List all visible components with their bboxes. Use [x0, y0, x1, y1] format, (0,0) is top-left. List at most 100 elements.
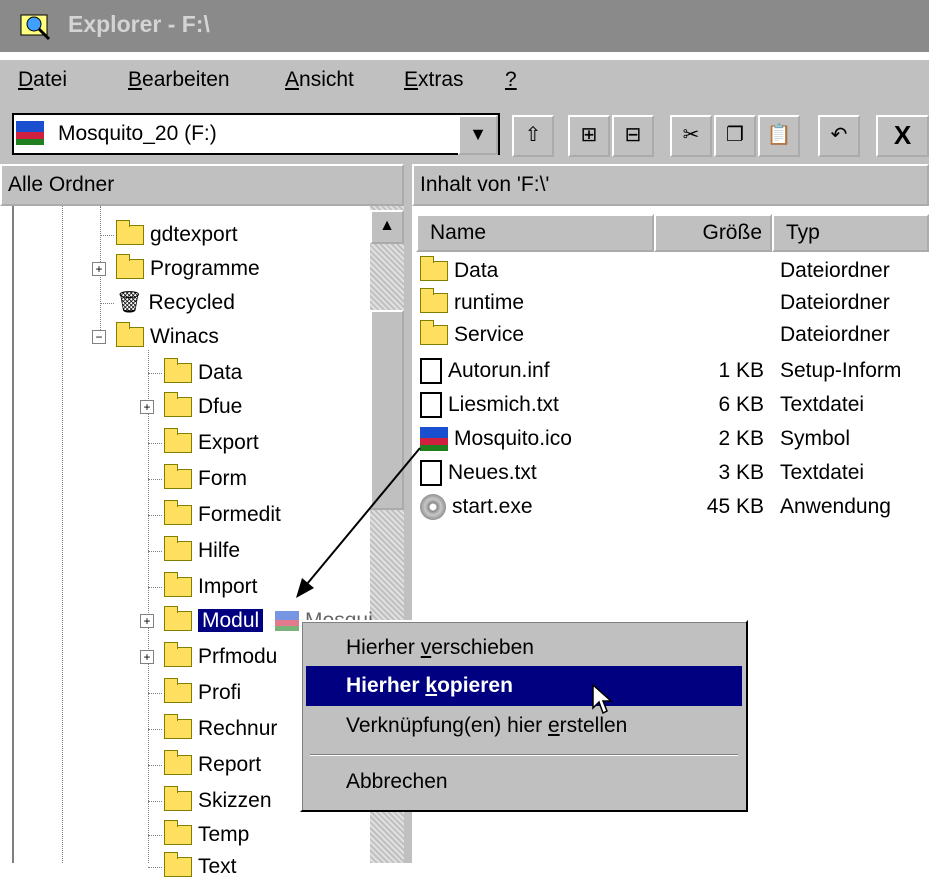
folder-icon — [164, 786, 192, 812]
expand-icon[interactable]: + — [140, 400, 154, 414]
tree-item[interactable]: Formedit — [148, 498, 281, 532]
tree-item[interactable]: Rechnur — [148, 712, 277, 746]
folder-icon — [116, 254, 144, 280]
tree-item[interactable]: Data — [148, 356, 242, 390]
list-item[interactable]: Liesmich.txt — [420, 388, 559, 422]
list-item-type: Symbol — [780, 427, 851, 450]
folder-icon — [420, 288, 448, 314]
menu-ansicht[interactable]: Ansicht — [285, 68, 354, 92]
drive-combo[interactable]: Mosquito_20 (F:) — [12, 113, 500, 155]
delete-icon: X — [893, 120, 912, 150]
tree-item[interactable]: + Prfmodu — [140, 640, 277, 674]
menu-bearbeiten[interactable]: Bearbeiten — [128, 68, 230, 92]
tree-item[interactable]: gdtexport — [100, 218, 238, 252]
combo-dropdown-button[interactable]: ▼ — [458, 115, 498, 155]
undo-icon: ↶ — [830, 124, 848, 146]
list-item-size: 45 KB — [706, 495, 764, 518]
expand-icon[interactable]: + — [140, 650, 154, 664]
tree-item[interactable]: Skizzen — [148, 784, 272, 818]
menu-item-move-here[interactable]: Hierher verschieben — [306, 628, 742, 668]
text-file-icon — [420, 392, 442, 419]
folder-icon — [164, 750, 192, 776]
list-item[interactable]: Data — [420, 254, 498, 288]
menu-help[interactable]: ? — [505, 68, 517, 92]
map-drive-icon: ⊞ — [580, 124, 598, 146]
folder-icon — [164, 606, 192, 632]
mouse-cursor-icon — [592, 684, 613, 715]
list-item[interactable]: Mosquito.ico — [420, 422, 572, 456]
text-file-icon — [420, 460, 442, 487]
list-item[interactable]: Autorun.inf — [420, 354, 550, 388]
setup-file-icon — [420, 358, 442, 385]
paste-icon: 📋 — [766, 124, 792, 146]
scroll-up-button[interactable]: ▲ — [370, 210, 404, 244]
list-pane-header: Inhalt von 'F:\' — [412, 164, 929, 206]
folder-icon — [164, 500, 192, 526]
paste-button[interactable]: 📋 — [758, 115, 800, 157]
drive-combo-value: Mosquito_20 (F:) — [58, 122, 217, 145]
list-item[interactable]: Service — [420, 318, 524, 352]
list-item[interactable]: start.exe — [420, 490, 533, 524]
disconnect-drive-icon: ⊟ — [624, 124, 642, 146]
tree-item[interactable]: Profi — [148, 676, 241, 710]
cut-button[interactable]: ✂ — [670, 115, 712, 157]
menu-item-cancel[interactable]: Abbrechen — [306, 762, 742, 802]
list-item[interactable]: Neues.txt — [420, 456, 537, 490]
list-item-type: Dateiordner — [780, 323, 890, 346]
expand-icon[interactable]: + — [92, 262, 106, 276]
folder-icon — [164, 536, 192, 562]
disconnect-drive-button[interactable]: ⊟ — [612, 115, 654, 157]
column-header-name[interactable]: Name — [416, 214, 654, 252]
triangle-up-icon: ▲ — [379, 217, 395, 234]
map-drive-button[interactable]: ⊞ — [568, 115, 610, 157]
undo-button[interactable]: ↶ — [818, 115, 860, 157]
tree-item[interactable]: − Winacs — [92, 320, 219, 354]
menu-datei[interactable]: Datei — [18, 68, 67, 92]
tree-item[interactable]: Temp — [148, 818, 249, 852]
list-item-type: Dateiordner — [780, 291, 890, 314]
folder-icon — [164, 642, 192, 668]
tree-item[interactable]: Export — [148, 426, 259, 460]
list-item-type: Anwendung — [780, 495, 891, 518]
folder-icon — [164, 852, 192, 878]
collapse-icon[interactable]: − — [92, 330, 106, 344]
tree-item[interactable]: Report — [148, 748, 261, 782]
list-item-type: Textdatei — [780, 393, 865, 416]
menu-item-create-shortcut[interactable]: Verknüpfung(en) hier erstellen — [306, 706, 742, 746]
column-header-size[interactable]: Größe — [654, 214, 772, 252]
list-item[interactable]: runtime — [420, 286, 524, 320]
delete-button[interactable]: X — [876, 115, 929, 157]
window-title: Explorer - F:\ — [68, 11, 210, 37]
menu-extras[interactable]: Extras — [404, 68, 464, 92]
folder-icon — [164, 358, 192, 384]
folder-icon — [164, 678, 192, 704]
tree-item[interactable]: + Programme — [92, 252, 260, 286]
tree-item[interactable]: Import — [148, 570, 258, 604]
up-folder-button[interactable]: ⇧ — [512, 115, 554, 157]
expand-icon[interactable]: + — [140, 614, 154, 628]
tree-item[interactable]: 🗑 Recycled — [100, 286, 235, 320]
scroll-thumb[interactable] — [370, 310, 404, 510]
list-item-size: 6 KB — [718, 393, 764, 416]
scissors-icon: ✂ — [682, 124, 700, 146]
tree-item[interactable]: Form — [148, 462, 247, 496]
tree-item[interactable]: + Dfue — [140, 390, 242, 424]
folder-icon — [420, 320, 448, 346]
list-item-type: Dateiordner — [780, 259, 890, 282]
menu-separator — [310, 754, 738, 756]
menu-bar: Datei Bearbeiten Ansicht Extras ? — [0, 60, 929, 104]
menu-item-copy-here[interactable]: Hierher kopieren — [306, 666, 742, 706]
folder-icon — [164, 428, 192, 454]
folder-icon — [164, 820, 192, 846]
column-header-type[interactable]: Typ — [772, 214, 929, 252]
list-item-size: 2 KB — [718, 427, 764, 450]
tree-item[interactable]: Hilfe — [148, 534, 240, 568]
drag-ghost-icon — [275, 611, 300, 632]
folder-open-icon — [116, 322, 144, 348]
tree-item[interactable]: Text — [148, 850, 237, 884]
copy-button[interactable]: ❐ — [714, 115, 756, 157]
recycle-bin-icon: 🗑 — [116, 291, 143, 314]
list-item-type: Setup-Inform — [780, 359, 902, 382]
image-icon — [420, 427, 448, 452]
copy-icon: ❐ — [726, 124, 744, 146]
